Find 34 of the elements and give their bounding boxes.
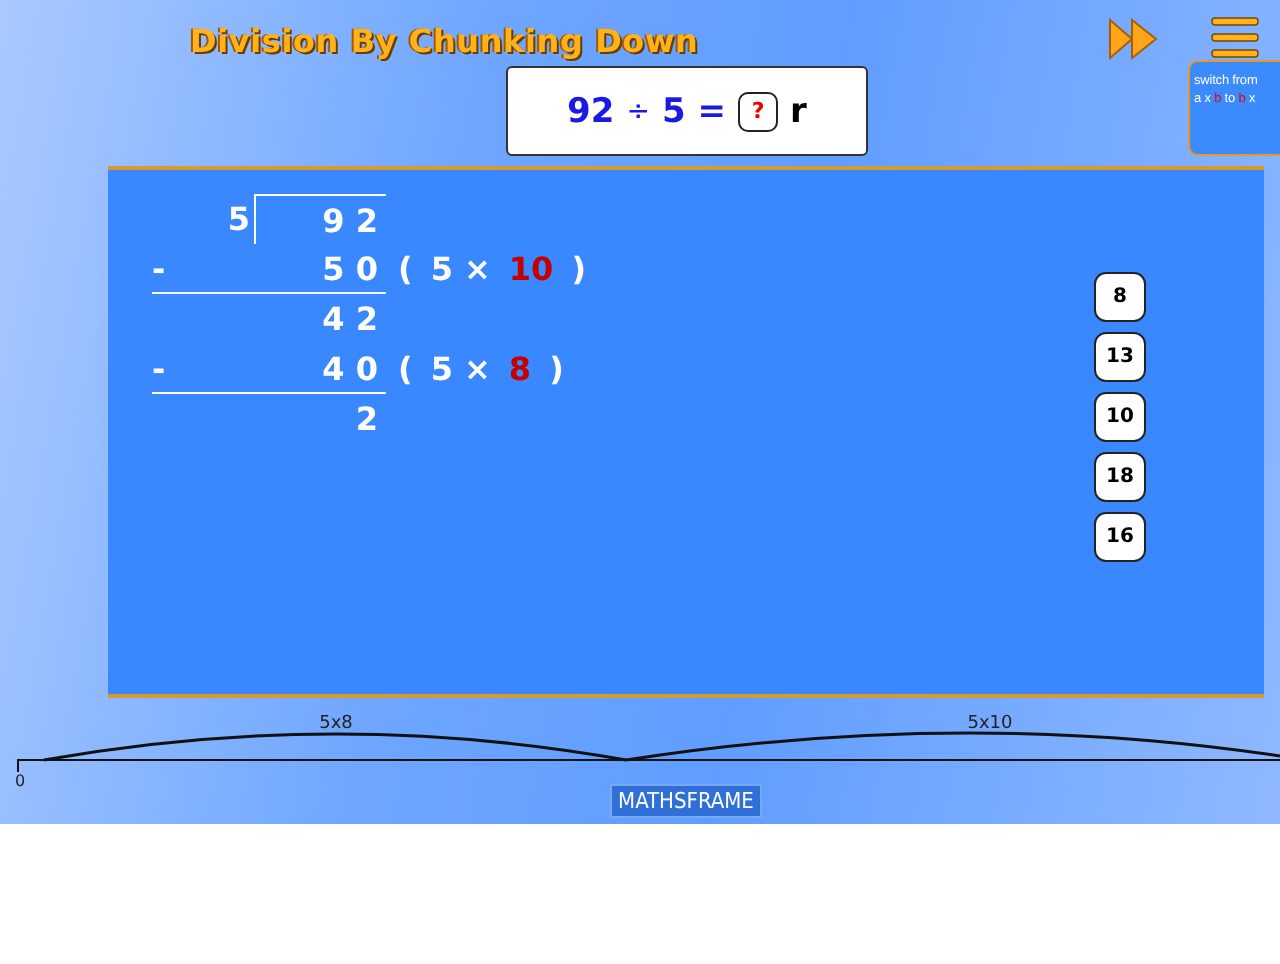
multiplier-number: 10 xyxy=(508,250,554,288)
open-bracket: ( xyxy=(398,250,413,288)
subtracted-amount: 5 0 xyxy=(322,249,380,287)
close-bracket: ) xyxy=(549,350,564,388)
factor-text: 5 × xyxy=(430,350,491,388)
remainder-amount: 4 2 xyxy=(322,300,380,338)
dividend-number: 92 xyxy=(567,91,615,131)
divisor-number: 5 xyxy=(661,91,686,131)
app-title: Division By Chunking Down xyxy=(190,22,701,60)
divisor-digit: 5 xyxy=(225,200,252,238)
answer-option[interactable]: 10 xyxy=(1094,392,1146,442)
subtracted-amount: 4 0 xyxy=(322,349,380,387)
minus-sign: - xyxy=(152,249,166,287)
answer-option[interactable]: 13 xyxy=(1094,332,1146,382)
open-bracket: ( xyxy=(398,350,413,388)
answer-option[interactable]: 18 xyxy=(1094,452,1146,502)
multiplier-number: 8 xyxy=(508,350,532,388)
start-label: 0 xyxy=(14,772,26,788)
remainder-amount: 2 xyxy=(355,400,380,438)
menu-icon[interactable] xyxy=(1209,16,1259,60)
dividend-digits: 9 2 xyxy=(322,201,380,239)
logo[interactable]: MATHSFRAME xyxy=(610,784,762,818)
close-bracket: ) xyxy=(571,250,586,288)
jump-label: 5x10 xyxy=(967,714,1013,734)
equals-sign: = xyxy=(697,91,727,131)
answer-option[interactable]: 16 xyxy=(1094,512,1146,562)
fast-forward-icon[interactable] xyxy=(1107,18,1157,60)
remainder-label: r xyxy=(790,91,807,131)
jump-label: 5x8 xyxy=(319,714,353,734)
answer-field[interactable]: ? xyxy=(738,91,779,131)
factor-text: 5 × xyxy=(430,250,491,288)
minus-sign: - xyxy=(152,349,166,387)
division-sign: ÷ xyxy=(626,95,650,127)
answer-option[interactable]: 8 xyxy=(1094,272,1146,322)
